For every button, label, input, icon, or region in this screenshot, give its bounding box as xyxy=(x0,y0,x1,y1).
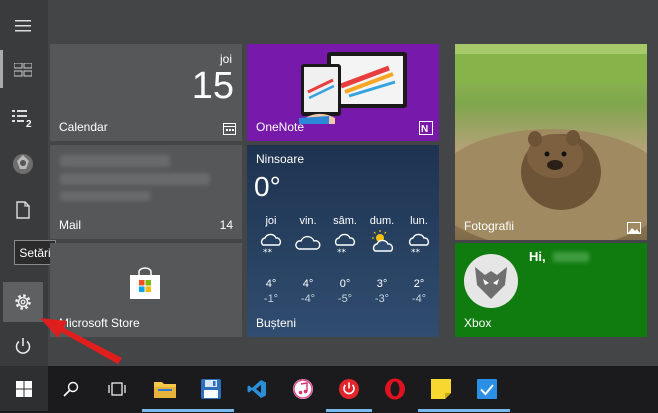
vscode-button[interactable] xyxy=(234,366,280,411)
calendar-date: 15 xyxy=(191,65,234,107)
tiles-icon xyxy=(14,63,32,77)
svg-text:**: ** xyxy=(411,248,421,257)
weather-tile[interactable]: Ninsoare 0° joi vin. sâm. dum. lun. ** *… xyxy=(247,145,439,337)
mail-preview-line xyxy=(60,155,170,167)
svg-text:**: ** xyxy=(337,248,347,257)
store-bag-icon xyxy=(130,267,160,299)
user-avatar-button[interactable] xyxy=(3,144,43,184)
forecast-low: -3° xyxy=(374,293,390,305)
forecast-low: -4° xyxy=(411,293,427,305)
running-indicator xyxy=(188,409,234,412)
checkmark-icon xyxy=(477,378,497,399)
task-view-button[interactable] xyxy=(94,366,140,411)
sticky-notes-button[interactable] xyxy=(418,366,464,411)
hamburger-menu-button[interactable] xyxy=(3,6,43,46)
red-arrow-annotation xyxy=(40,318,122,364)
weather-condition: Ninsoare xyxy=(256,152,305,166)
running-indicator xyxy=(142,409,188,412)
folder-icon xyxy=(154,381,176,398)
todo-button[interactable] xyxy=(464,366,510,411)
running-indicator xyxy=(418,409,464,412)
sticky-note-icon xyxy=(431,378,451,399)
xbox-greeting: Hi, xyxy=(529,249,546,264)
mail-label: Mail xyxy=(59,218,82,232)
onenote-icon: N xyxy=(419,121,433,135)
itunes-icon xyxy=(293,378,313,399)
search-button[interactable] xyxy=(48,366,94,411)
forecast-day: dum. xyxy=(369,215,395,227)
forecast-day: joi xyxy=(265,215,277,227)
document-icon xyxy=(16,201,30,219)
avatar-icon xyxy=(13,154,33,174)
snow-cloud-icon: ** xyxy=(334,233,356,257)
search-icon xyxy=(63,381,79,397)
windows-logo-icon xyxy=(16,380,32,397)
forecast-low: -4° xyxy=(300,293,316,305)
forecast-high: 3° xyxy=(376,278,388,290)
xbox-label: Xbox xyxy=(464,316,492,330)
svg-text:N: N xyxy=(421,124,428,135)
mail-preview-line xyxy=(60,191,150,201)
forecast-low: -1° xyxy=(263,293,279,305)
snow-cloud-icon: ** xyxy=(260,233,282,257)
power-app-button[interactable] xyxy=(326,366,372,411)
forecast-day: lun. xyxy=(410,215,428,227)
running-indicator xyxy=(464,409,510,412)
file-explorer-button[interactable] xyxy=(142,366,188,411)
forecast-low: -5° xyxy=(337,293,353,305)
partly-sunny-icon xyxy=(372,230,394,252)
forecast-day: vin. xyxy=(299,215,317,227)
xbox-username-redacted xyxy=(553,252,589,262)
onenote-label: OneNote xyxy=(256,120,305,134)
snow-cloud-icon: ** xyxy=(408,233,430,257)
mail-preview-line xyxy=(60,173,210,185)
rail-all-apps-button[interactable]: 2 xyxy=(3,98,43,138)
mail-tile[interactable]: Mail 14 xyxy=(50,145,242,239)
xbox-tile[interactable]: Hi, Xbox xyxy=(455,243,647,337)
running-indicator xyxy=(326,409,372,412)
photo-icon xyxy=(627,222,641,234)
itunes-button[interactable] xyxy=(280,366,326,411)
cloud-icon xyxy=(295,235,321,250)
photos-tile[interactable]: Fotografii xyxy=(455,44,647,240)
gear-icon xyxy=(15,294,31,310)
calendar-tile[interactable]: joi 15 Calendar xyxy=(50,44,242,141)
forecast-high: 4° xyxy=(265,278,277,290)
opera-button[interactable] xyxy=(372,366,418,411)
xbox-avatar xyxy=(464,254,518,308)
opera-icon xyxy=(385,378,405,399)
wombat-photo xyxy=(455,44,647,240)
floppy-disk-icon xyxy=(201,378,221,399)
photos-label: Fotografii xyxy=(464,219,515,233)
documents-button[interactable] xyxy=(3,190,43,230)
red-power-icon xyxy=(339,378,359,399)
taskbar xyxy=(0,366,658,413)
weather-city: Bușteni xyxy=(256,316,297,330)
power-icon xyxy=(15,338,31,354)
onenote-illustration-icon xyxy=(299,52,407,124)
hamburger-icon xyxy=(15,20,31,32)
start-menu: 2 Setări joi 15 Calendar Mail 14 Microso… xyxy=(0,0,658,366)
svg-text:2: 2 xyxy=(26,119,32,128)
forecast-high: 4° xyxy=(302,278,314,290)
forecast-day: sâm. xyxy=(333,215,357,227)
svg-text:**: ** xyxy=(263,248,273,257)
calendar-day: joi xyxy=(219,52,232,66)
forecast-high: 2° xyxy=(413,278,425,290)
rail-tiles-button[interactable] xyxy=(3,50,43,90)
list-icon: 2 xyxy=(12,110,32,128)
start-button[interactable] xyxy=(0,366,48,411)
calendar-label: Calendar xyxy=(59,120,108,134)
calendar-icon xyxy=(223,123,236,135)
vscode-icon xyxy=(247,379,266,398)
task-view-icon xyxy=(108,381,126,396)
onenote-tile[interactable]: OneNote N xyxy=(247,44,439,141)
mail-unread-count: 14 xyxy=(219,218,233,232)
forecast-high: 0° xyxy=(339,278,351,290)
save-app-button[interactable] xyxy=(188,366,234,411)
weather-temperature: 0° xyxy=(254,171,281,202)
